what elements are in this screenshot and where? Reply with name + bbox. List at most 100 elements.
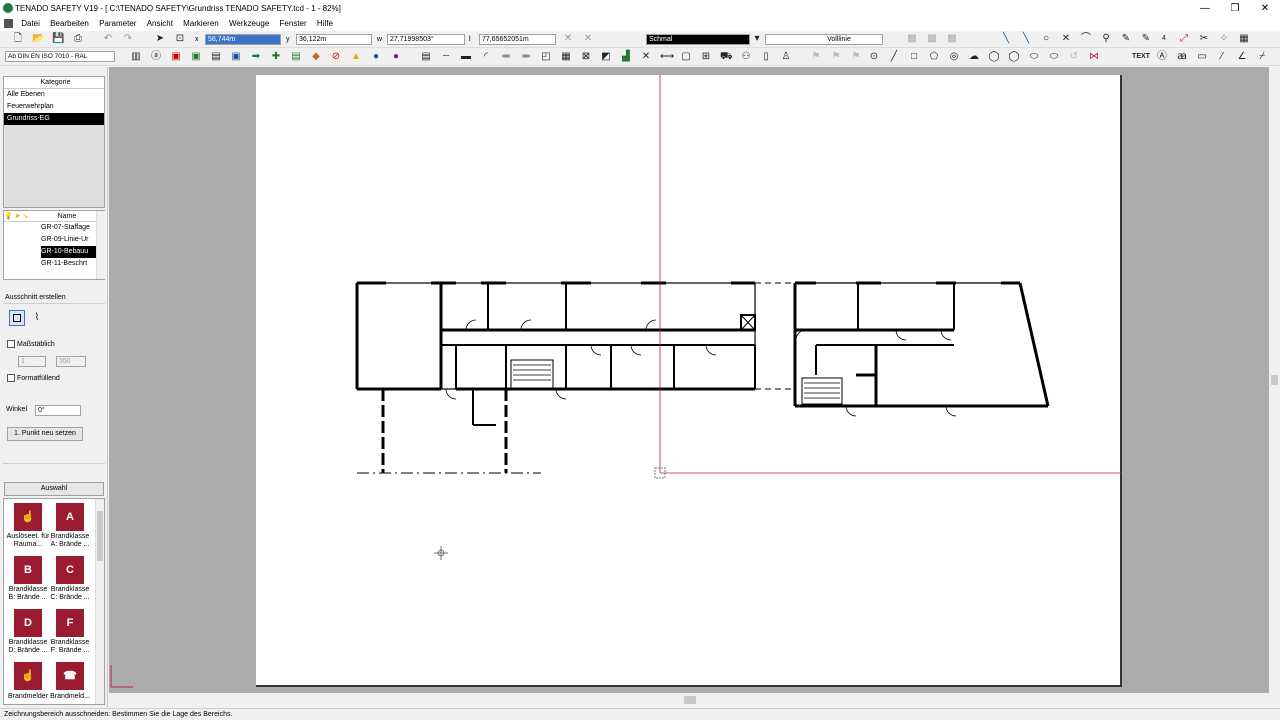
arc-tool-icon[interactable]: ⌒	[1080, 33, 1092, 45]
wall-icon[interactable]: ═	[520, 51, 532, 63]
rectangle-cut-icon[interactable]	[9, 310, 25, 326]
layer-item[interactable]: GR-11-Beschrt	[4, 258, 104, 270]
symbol-gallery-scrollbar[interactable]	[95, 499, 104, 704]
dot-point-icon[interactable]: ⊙	[868, 51, 880, 63]
stove-icon[interactable]: ⊞	[700, 51, 712, 63]
fire-class-d-icon[interactable]: D	[14, 609, 42, 637]
selection-header[interactable]: Auswahl	[4, 482, 104, 496]
category-item-alle-ebenen[interactable]: Alle Ebenen	[4, 89, 104, 101]
toilet-icon[interactable]: ▯	[760, 51, 772, 63]
horizontal-scrollbar[interactable]	[109, 693, 1269, 707]
scale-field-b[interactable]: 350	[56, 356, 86, 367]
grid-dots-icon[interactable]: ⁘	[1218, 33, 1230, 45]
circle-tool-icon[interactable]: ○	[1040, 33, 1052, 45]
warning-icon[interactable]: ▲	[350, 51, 362, 63]
stairs-icon[interactable]: ▟	[620, 51, 632, 63]
cloud-icon[interactable]: ☁	[968, 51, 980, 63]
line2-tool-icon[interactable]: ╲	[1020, 33, 1032, 45]
menu-hilfe[interactable]: Hilfe	[313, 17, 337, 31]
pin-tool-icon[interactable]: ⚲	[1100, 33, 1112, 45]
length-field[interactable]: 77,65652051m	[479, 34, 556, 45]
car-icon[interactable]: ⛟	[720, 51, 733, 63]
mandatory-icon[interactable]: ●	[370, 51, 382, 63]
redo-icon[interactable]: ↷	[122, 33, 134, 45]
escape-route-icon[interactable]: ▣	[190, 51, 202, 63]
ellipse2-icon[interactable]: ⬭	[1048, 51, 1060, 63]
cancel-input-icon[interactable]: ✕	[562, 33, 574, 45]
angle-icon[interactable]: ∠	[1236, 51, 1248, 63]
pencil-icon[interactable]: ⁄	[1216, 51, 1228, 63]
menu-parameter[interactable]: Parameter	[95, 17, 140, 31]
menu-markieren[interactable]: Markieren	[179, 17, 223, 31]
trim-tool-icon[interactable]: ✂	[1198, 33, 1210, 45]
fire-alarm-icon[interactable]: ☝	[14, 662, 42, 690]
reset-point-button[interactable]: 1. Punkt neu setzen	[7, 427, 83, 441]
person-icon[interactable]: ♙	[780, 51, 792, 63]
minimize-button[interactable]: —	[1190, 0, 1220, 17]
close-button[interactable]: ✕	[1250, 0, 1280, 17]
x-coordinate-field[interactable]: 58,744m	[205, 34, 281, 45]
angle-field[interactable]: 27,71998503°	[387, 34, 465, 45]
line-type-select[interactable]: Volllinie	[765, 34, 883, 45]
people-icon[interactable]: ⚇	[740, 51, 752, 63]
circle2-icon[interactable]: ◯	[1008, 51, 1020, 63]
new-file-icon[interactable]: 🗋	[12, 33, 24, 45]
menu-bearbeiten[interactable]: Bearbeiten	[46, 17, 93, 31]
vertical-scrollbar[interactable]	[1269, 67, 1280, 693]
print-icon[interactable]: ⎙	[72, 33, 84, 45]
room-icon[interactable]: ⊠	[580, 51, 592, 63]
drawing-canvas[interactable]	[109, 67, 1269, 693]
fire-phone-icon[interactable]: ☎	[56, 662, 84, 690]
spiral-icon[interactable]: ◎	[948, 51, 960, 63]
drawing-sheet[interactable]	[256, 67, 1156, 687]
save-icon[interactable]: 💾	[52, 33, 64, 45]
menu-datei[interactable]: Datei	[17, 17, 44, 31]
undo-icon[interactable]: ↶	[102, 33, 114, 45]
curve-icon[interactable]: ↺	[1068, 51, 1080, 63]
category-item-grundriss-eg[interactable]: Grundriss-EG	[4, 113, 104, 125]
open-folder-icon[interactable]: 📂	[32, 33, 44, 45]
ellipse-icon[interactable]: ⬭	[1028, 51, 1040, 63]
dash-line-icon[interactable]: ┄	[440, 51, 452, 63]
symbol-standard-select[interactable]: Ab DIN EN ISO 7010 - RAL	[5, 51, 115, 62]
measure-tool-icon[interactable]: ⤢	[1178, 33, 1190, 45]
layer-item-selected[interactable]: GR-10-Bebauu	[41, 246, 104, 258]
fire-class-a-icon[interactable]: A	[56, 503, 84, 531]
prohibition-icon[interactable]: ⊘	[330, 51, 342, 63]
cross-tool-icon[interactable]: ✕	[1060, 33, 1072, 45]
line-draw-icon[interactable]: ╱	[888, 51, 900, 63]
snap-icon[interactable]: ⊡	[174, 33, 186, 45]
pen2-tool-icon[interactable]: ✎	[1140, 33, 1152, 45]
rectangle-icon[interactable]: □	[908, 51, 920, 63]
dimension-icon[interactable]: ⋈	[1088, 51, 1100, 63]
y-coordinate-field[interactable]: 36,122m	[296, 34, 372, 45]
fire-class-f-icon[interactable]: F	[56, 609, 84, 637]
pointer-icon[interactable]: ➤	[154, 33, 166, 45]
menu-ansicht[interactable]: Ansicht	[143, 17, 177, 31]
menu-fenster[interactable]: Fenster	[276, 17, 311, 31]
door-icon[interactable]: ▤	[210, 51, 222, 63]
window-icon[interactable]: ◰	[540, 51, 552, 63]
circle-center-icon[interactable]: ◯	[988, 51, 1000, 63]
close-input-icon[interactable]: ✕	[582, 33, 594, 45]
building-icon[interactable]: ▥	[130, 51, 142, 63]
angle-input[interactable]: 0°	[35, 405, 81, 416]
double-line-icon[interactable]: ═	[500, 51, 512, 63]
wall-hatch-icon[interactable]: ▦	[560, 51, 572, 63]
fire-trigger-icon[interactable]: ☝	[14, 503, 42, 531]
text-object-icon[interactable]: ⓐ	[150, 51, 162, 63]
layer-item[interactable]: GR-09-Linie-Ur	[4, 234, 104, 246]
list-icon[interactable]: ▤	[290, 51, 302, 63]
scale-field-a[interactable]: 1	[18, 356, 46, 367]
menu-werkzeuge[interactable]: Werkzeuge	[225, 17, 273, 31]
font-icon[interactable]: ꜳ	[1176, 51, 1188, 63]
purple-circle-icon[interactable]: ●	[390, 51, 402, 63]
line-tool-icon[interactable]: ╲	[1000, 33, 1012, 45]
legend-icon[interactable]: ▤	[420, 51, 432, 63]
arrow-right-icon[interactable]: ➡	[250, 51, 262, 63]
number-four-button[interactable]: 4	[1158, 33, 1170, 45]
pen-tool-icon[interactable]: ✎	[1120, 33, 1132, 45]
layer-item[interactable]: GR-07-Staffage	[4, 222, 104, 234]
line-width-select[interactable]: Schmal	[646, 34, 750, 45]
fire-class-c-icon[interactable]: C	[56, 556, 84, 584]
